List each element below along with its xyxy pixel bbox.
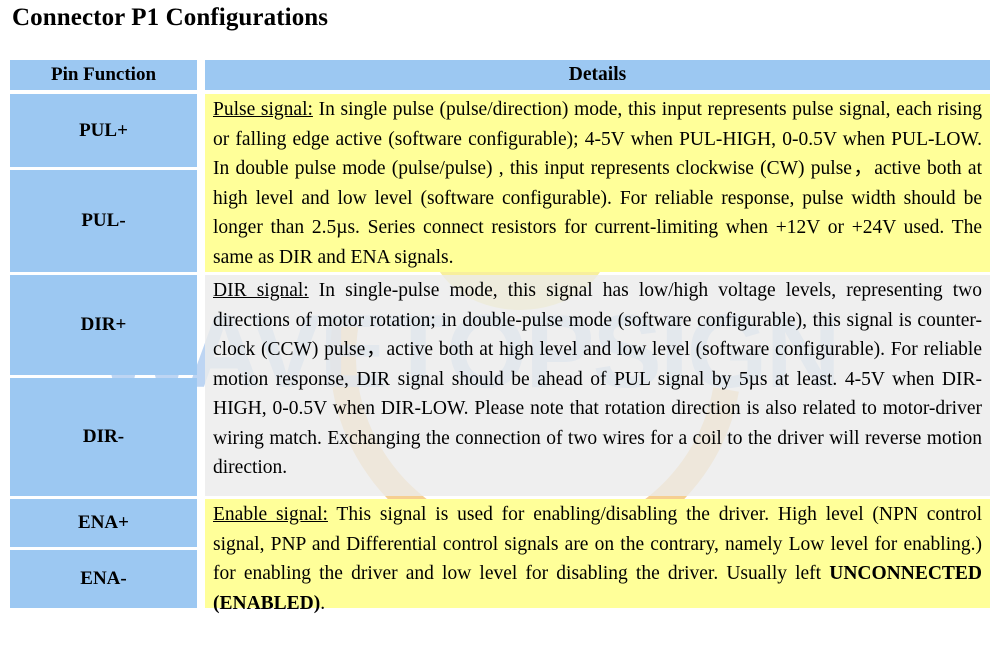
pin-label-ena-minus: ENA-: [80, 568, 127, 589]
table-row: DIR-: [10, 378, 197, 496]
details-body-pulse: In single pulse (pulse/direction) mode, …: [213, 99, 982, 268]
details-body-dir: In single-pulse mode, this signal has lo…: [213, 280, 982, 478]
column-header-details: Details: [205, 60, 990, 90]
table-row: DIR+: [10, 275, 197, 375]
details-lead-dir: DIR signal:: [213, 280, 309, 301]
details-lead-ena: Enable signal:: [213, 504, 328, 525]
details-lead-pulse: Pulse signal:: [213, 99, 313, 120]
table-row: ENA-: [10, 550, 197, 608]
pin-label-pul-plus: PUL+: [79, 119, 128, 141]
table-row: PUL+: [10, 94, 197, 167]
column-header-pin-function: Pin Function: [10, 60, 197, 90]
page-title: Connector P1 Configurations: [12, 4, 329, 31]
table-row: PUL-: [10, 170, 197, 272]
pin-label-dir-minus: DIR-: [82, 426, 125, 447]
details-body-tail-ena: .: [320, 592, 326, 614]
table-row: ENA+: [10, 499, 197, 547]
document-page: Connector P1 Configurations Pin Function…: [0, 0, 1000, 661]
pin-label-pul-minus: PUL-: [81, 210, 126, 231]
details-cell-ena: Enable signal: This signal is used for e…: [205, 499, 990, 614]
details-cell-dir: DIR signal: In single-pulse mode, this s…: [205, 275, 990, 496]
details-cell-pulse: Pulse signal: In single pulse (pulse/dir…: [205, 94, 990, 272]
pin-label-dir-plus: DIR+: [80, 314, 127, 335]
pin-label-ena-plus: ENA+: [78, 512, 129, 533]
